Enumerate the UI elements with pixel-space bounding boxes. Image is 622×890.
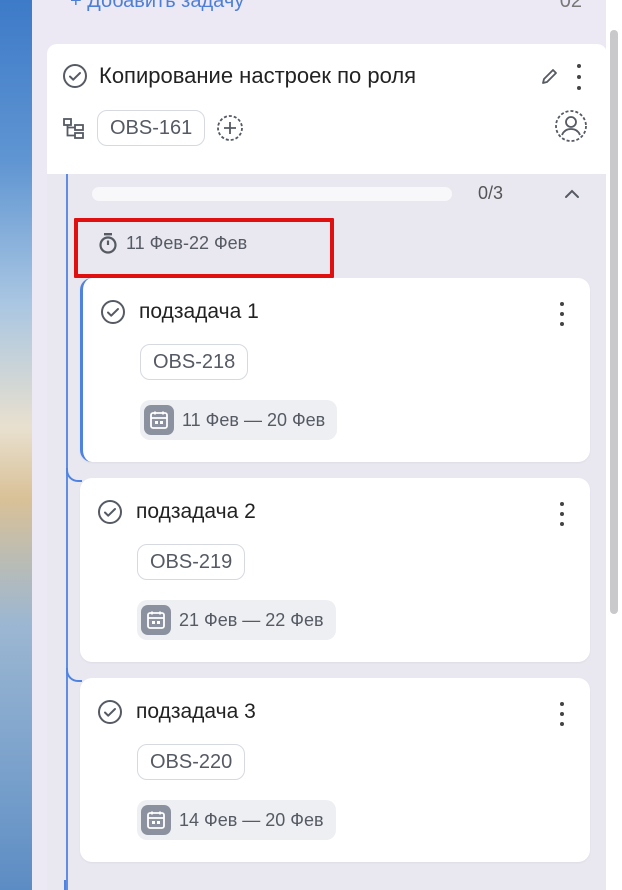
- subtask-code-chip[interactable]: OBS-220: [137, 744, 246, 780]
- more-vertical-icon[interactable]: [575, 64, 583, 90]
- subtask-card-3[interactable]: подзадача 3 OBS-220 14 Фев — 20 Фев: [80, 678, 590, 862]
- column-count: 02: [559, 0, 582, 12]
- task-title[interactable]: Копирование настроек по роля: [99, 63, 529, 89]
- subtask-code-chip[interactable]: OBS-219: [137, 544, 246, 580]
- more-vertical-icon[interactable]: [558, 702, 566, 726]
- add-task-label: + Добавить задачу: [70, 0, 245, 12]
- check-circle-icon[interactable]: [96, 698, 124, 726]
- hierarchy-icon[interactable]: [61, 115, 87, 141]
- subtask-title-row: подзадача 3: [96, 698, 256, 726]
- subtask-title-row: подзадача 1: [99, 298, 259, 326]
- assignee-icon[interactable]: [553, 108, 589, 144]
- tree-line-continuation: [64, 880, 76, 890]
- subtask-date-text: 14 Фев — 20 Фев: [179, 809, 324, 830]
- calendar-icon: [144, 405, 174, 435]
- task-title-row: Копирование настроек по роля: [61, 62, 601, 90]
- date-range-text: 11 Фев-22 Фев: [126, 232, 248, 253]
- subtask-date-chip[interactable]: 11 Фев — 20 Фев: [140, 400, 338, 440]
- background-image: [0, 0, 32, 890]
- subtask-date-chip[interactable]: 21 Фев — 22 Фев: [137, 600, 336, 640]
- task-meta-row: OBS-161: [61, 110, 245, 146]
- subtask-code-chip[interactable]: OBS-218: [140, 344, 249, 380]
- calendar-icon: [141, 605, 171, 635]
- subtask-date-chip[interactable]: 14 Фев — 20 Фев: [137, 800, 336, 840]
- subtask-card-2[interactable]: подзадача 2 OBS-219 21 Фев — 22 Фев: [80, 478, 590, 662]
- progress-bar: [92, 187, 452, 201]
- check-circle-icon[interactable]: [96, 498, 124, 526]
- calendar-icon: [141, 805, 171, 835]
- subtask-date-text: 11 Фев — 20 Фев: [182, 409, 326, 430]
- add-circle-icon[interactable]: [215, 113, 245, 143]
- scrollbar[interactable]: [606, 0, 622, 890]
- more-vertical-icon[interactable]: [558, 302, 566, 326]
- chevron-up-icon[interactable]: [562, 186, 582, 202]
- subtask-title[interactable]: подзадача 3: [136, 700, 256, 724]
- task-code-chip[interactable]: OBS-161: [97, 110, 206, 146]
- progress-count: 0/3: [478, 183, 504, 203]
- subtask-card-1[interactable]: подзадача 1 OBS-218 11 Фев — 20 Фев: [80, 278, 590, 462]
- check-circle-icon[interactable]: [99, 298, 127, 326]
- subtasks-date-range: 11 Фев-22 Фев: [98, 232, 247, 254]
- timer-icon: [98, 232, 118, 254]
- more-vertical-icon[interactable]: [558, 502, 566, 526]
- add-task-link[interactable]: + Добавить задачу: [70, 0, 244, 12]
- subtask-title[interactable]: подзадача 2: [136, 500, 256, 524]
- subtask-date-text: 21 Фев — 22 Фев: [179, 609, 324, 630]
- scrollbar-thumb[interactable]: [610, 30, 618, 614]
- check-circle-icon[interactable]: [61, 62, 89, 90]
- subtask-title-row: подзадача 2: [96, 498, 256, 526]
- subtask-title[interactable]: подзадача 1: [139, 300, 259, 324]
- tree-line: [66, 174, 68, 890]
- pencil-icon[interactable]: [539, 65, 561, 87]
